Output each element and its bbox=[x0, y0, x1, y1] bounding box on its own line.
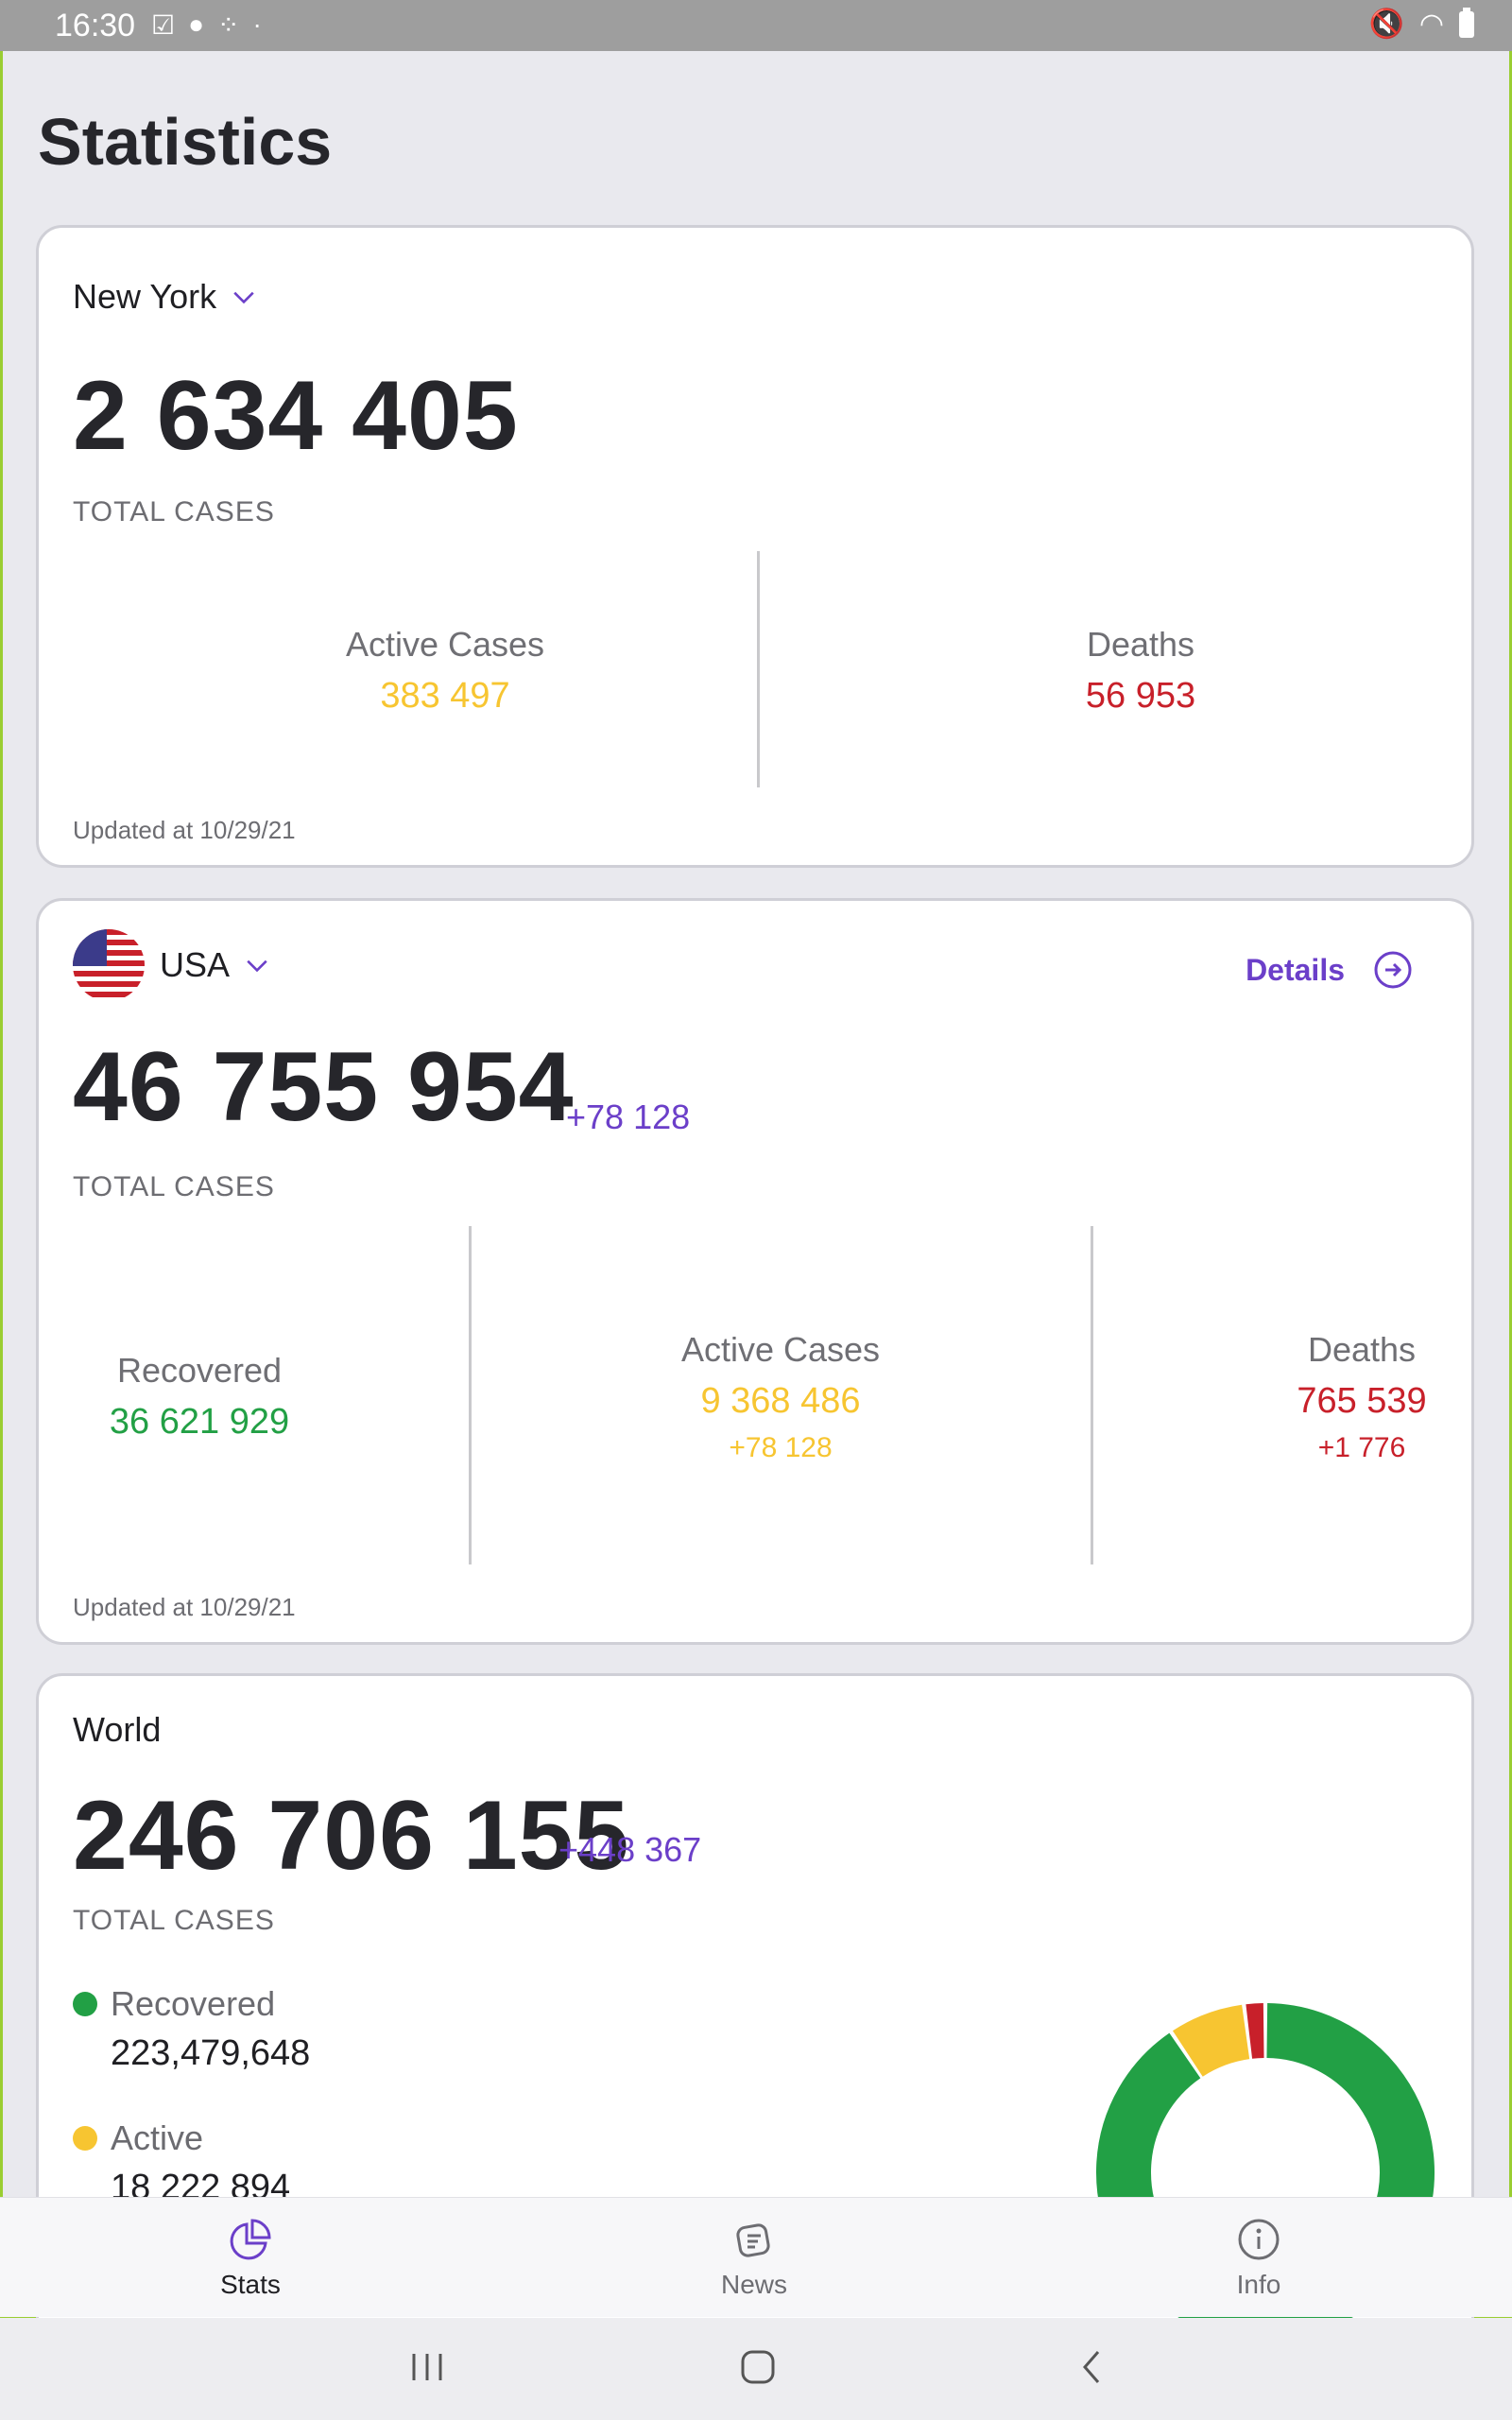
wifi-icon: ◠ bbox=[1418, 9, 1444, 40]
tab-news[interactable]: News bbox=[679, 2215, 830, 2300]
world-title: World bbox=[73, 1710, 161, 1750]
yellow-dot-icon bbox=[73, 2126, 97, 2151]
status-bar: 16:30 ☑ ● ⁘ · 🔇 ◠ bbox=[0, 0, 1512, 51]
active-cases-value: 9 368 486 bbox=[700, 1381, 861, 1421]
bottom-navigation: Stats News Info bbox=[0, 2197, 1512, 2317]
details-label: Details bbox=[1246, 952, 1345, 987]
total-cases-label: TOTAL CASES bbox=[73, 1905, 275, 1936]
chevron-down-icon bbox=[233, 291, 254, 304]
battery-icon bbox=[1459, 7, 1474, 38]
total-cases-delta: +78 128 bbox=[566, 1098, 691, 1136]
location-name: New York bbox=[73, 277, 217, 316]
tab-stats-label: Stats bbox=[220, 2270, 281, 2299]
green-dot-icon bbox=[73, 1992, 97, 2016]
deaths-value: 765 539 bbox=[1297, 1381, 1427, 1421]
deaths-value: 56 953 bbox=[1085, 676, 1196, 716]
system-navigation-bar bbox=[0, 2318, 1512, 2420]
tab-info[interactable]: Info bbox=[1183, 2215, 1334, 2300]
active-cases-label: Active Cases bbox=[345, 625, 545, 664]
local-stats-card: New York 2 634 405 TOTAL CASES Active Ca… bbox=[36, 225, 1474, 868]
total-cases-label: TOTAL CASES bbox=[73, 1171, 275, 1202]
info-icon bbox=[1238, 2219, 1280, 2260]
deaths-delta: +1 776 bbox=[1317, 1432, 1406, 1463]
total-cases-value: 246 706 155 bbox=[73, 1781, 630, 1891]
country-selector[interactable]: USA bbox=[73, 929, 269, 1001]
home-icon[interactable] bbox=[739, 2346, 777, 2388]
apps-icon: ⁘ bbox=[217, 10, 240, 40]
legend-recovered: Recovered bbox=[73, 1984, 275, 2024]
updated-label: Updated at 10/29/21 bbox=[73, 816, 296, 844]
total-cases-delta: +448 367 bbox=[558, 1830, 702, 1869]
world-name: World bbox=[73, 1710, 162, 1749]
checklist-icon: ☑ bbox=[151, 10, 176, 40]
recovered-value: 36 621 929 bbox=[109, 1402, 290, 1442]
pie-chart-icon bbox=[230, 2219, 271, 2260]
divider bbox=[757, 551, 760, 787]
total-cases-value: 2 634 405 bbox=[73, 361, 519, 471]
donut-segment-active bbox=[1172, 2004, 1251, 2078]
country-name: USA bbox=[160, 945, 231, 984]
active-cases-value: 383 497 bbox=[380, 676, 510, 716]
divider bbox=[469, 1226, 472, 1564]
active-label: Active bbox=[111, 2118, 204, 2157]
details-link[interactable]: Details bbox=[1246, 950, 1413, 990]
tab-info-label: Info bbox=[1236, 2270, 1281, 2299]
country-stats-card: USA Details 46 755 954 +78 128 TOTAL CAS… bbox=[36, 898, 1474, 1645]
page-title: Statistics bbox=[38, 105, 333, 179]
tab-news-label: News bbox=[720, 2270, 787, 2299]
total-cases-value: 46 755 954 bbox=[73, 1032, 575, 1142]
back-icon[interactable] bbox=[1074, 2346, 1111, 2388]
tab-stats[interactable]: Stats bbox=[175, 2215, 326, 2300]
chevron-down-icon bbox=[247, 959, 267, 973]
recent-apps-icon[interactable] bbox=[408, 2346, 446, 2388]
recovered-value: 223,479,648 bbox=[111, 2033, 311, 2073]
total-cases-label: TOTAL CASES bbox=[73, 496, 275, 527]
recovered-label: Recovered bbox=[111, 1984, 276, 2023]
recovered-label: Recovered bbox=[116, 1351, 283, 1390]
dot-icon: · bbox=[252, 9, 262, 39]
android-icon: ● bbox=[188, 9, 205, 39]
deaths-label: Deaths bbox=[1307, 1330, 1417, 1369]
deaths-label: Deaths bbox=[1086, 625, 1195, 664]
legend-active: Active bbox=[73, 2118, 203, 2158]
mute-icon: 🔇 bbox=[1368, 9, 1404, 40]
updated-label: Updated at 10/29/21 bbox=[73, 1593, 296, 1621]
active-cases-delta: +78 128 bbox=[729, 1432, 833, 1463]
divider bbox=[1091, 1226, 1093, 1564]
active-cases-label: Active Cases bbox=[680, 1330, 881, 1369]
usa-flag-icon bbox=[73, 929, 145, 1001]
status-time: 16:30 bbox=[55, 8, 136, 43]
location-selector[interactable]: New York bbox=[73, 277, 256, 317]
news-icon bbox=[736, 2223, 770, 2257]
arrow-right-circle-icon bbox=[1374, 951, 1412, 989]
